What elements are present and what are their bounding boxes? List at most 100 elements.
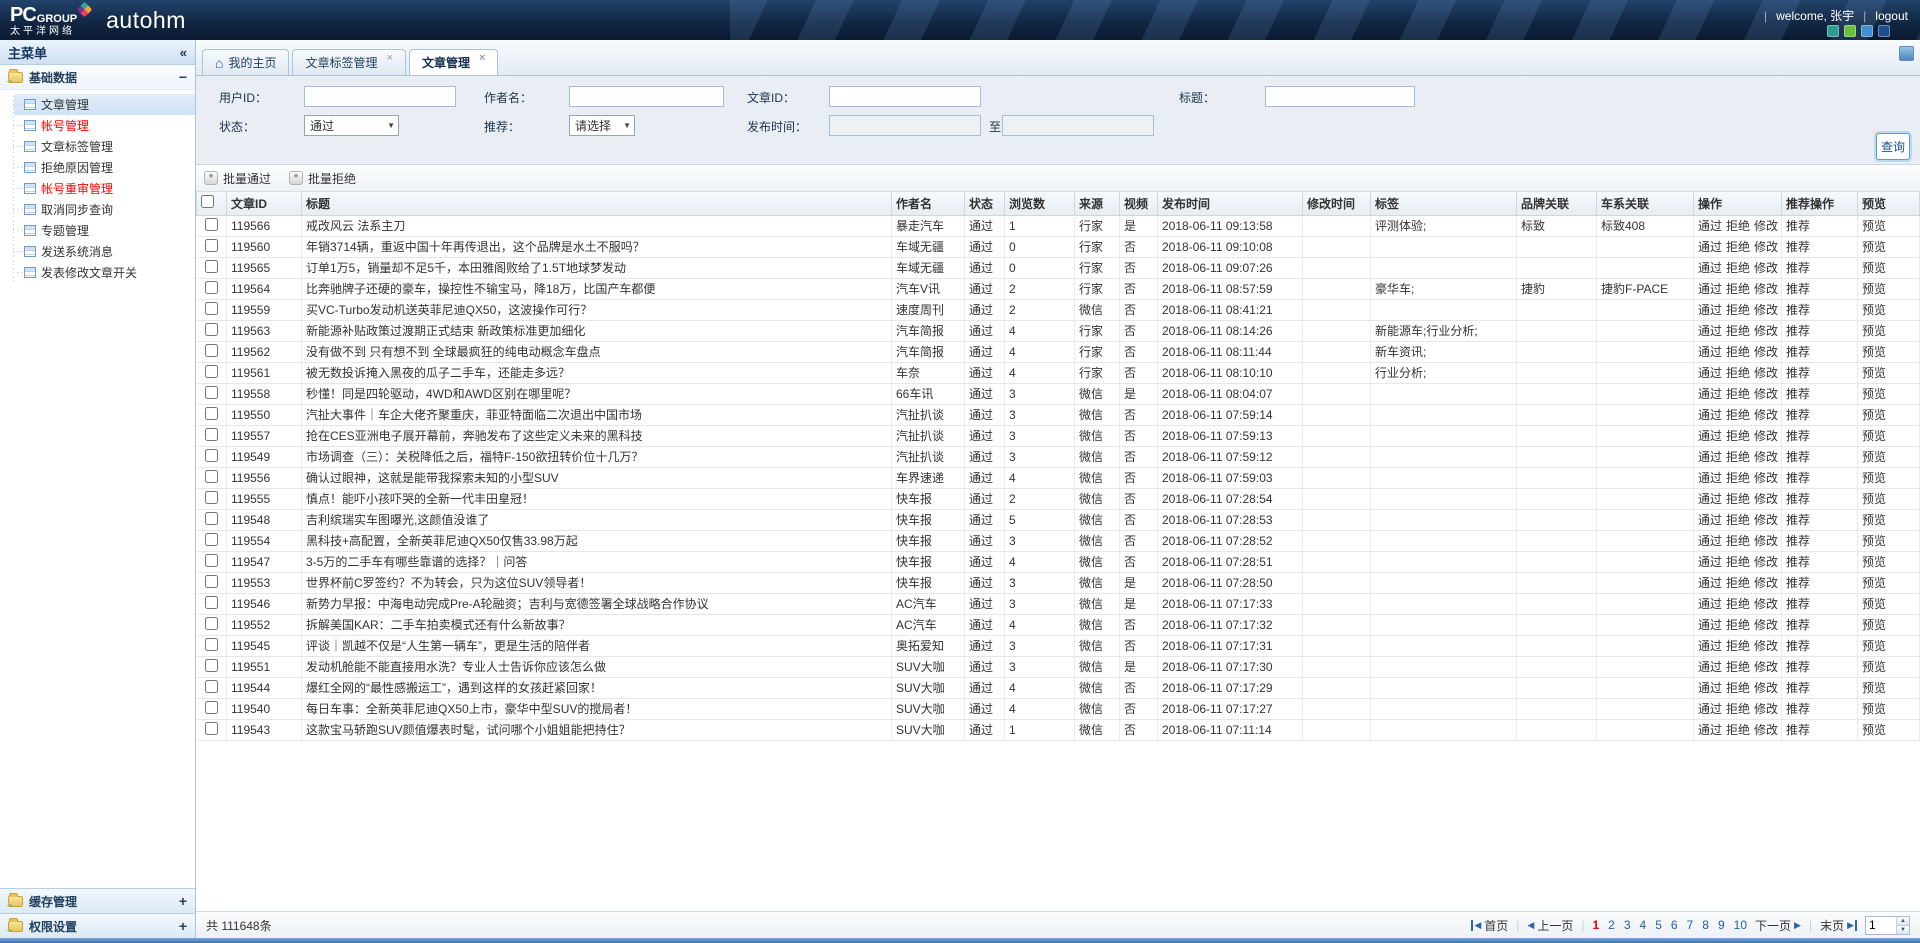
preview-link[interactable]: 预览: [1862, 429, 1886, 443]
preview-link[interactable]: 预览: [1862, 408, 1886, 422]
quick-icon-4[interactable]: [1878, 25, 1890, 37]
op-approve-link[interactable]: 通过: [1698, 576, 1722, 590]
sidebar-item-发表修改文章开关[interactable]: 发表修改文章开关: [14, 262, 195, 283]
batch-approve-button[interactable]: * 批量通过: [204, 170, 271, 187]
recommend-link[interactable]: 推荐: [1786, 282, 1810, 296]
preview-link[interactable]: 预览: [1862, 534, 1886, 548]
sidebar-accordion-permission[interactable]: 权限设置 +: [0, 913, 195, 938]
op-approve-link[interactable]: 通过: [1698, 618, 1722, 632]
last-page-button[interactable]: 末页 ▶: [1820, 917, 1857, 934]
op-approve-link[interactable]: 通过: [1698, 555, 1722, 569]
row-checkbox[interactable]: [205, 260, 218, 273]
preview-link[interactable]: 预览: [1862, 261, 1886, 275]
recommend-link[interactable]: 推荐: [1786, 597, 1810, 611]
recommend-link[interactable]: 推荐: [1786, 429, 1810, 443]
op-edit-link[interactable]: 修改: [1754, 471, 1778, 485]
publish-time-start-input[interactable]: [829, 115, 981, 136]
prev-page-button[interactable]: ◀ 上一页: [1527, 917, 1573, 934]
op-approve-link[interactable]: 通过: [1698, 681, 1722, 695]
op-approve-link[interactable]: 通过: [1698, 429, 1722, 443]
page-number-1[interactable]: 1: [1592, 918, 1599, 932]
article-id-input[interactable]: [829, 86, 981, 107]
op-edit-link[interactable]: 修改: [1754, 387, 1778, 401]
row-checkbox[interactable]: [205, 386, 218, 399]
op-reject-link[interactable]: 拒绝: [1726, 723, 1750, 737]
op-edit-link[interactable]: 修改: [1754, 618, 1778, 632]
quick-icon-1[interactable]: [1827, 25, 1839, 37]
tab-overflow-icon[interactable]: [1899, 46, 1914, 61]
op-edit-link[interactable]: 修改: [1754, 513, 1778, 527]
op-edit-link[interactable]: 修改: [1754, 702, 1778, 716]
op-reject-link[interactable]: 拒绝: [1726, 576, 1750, 590]
recommend-link[interactable]: 推荐: [1786, 303, 1810, 317]
op-approve-link[interactable]: 通过: [1698, 261, 1722, 275]
page-number-8[interactable]: 8: [1702, 918, 1709, 932]
op-reject-link[interactable]: 拒绝: [1726, 219, 1750, 233]
op-approve-link[interactable]: 通过: [1698, 450, 1722, 464]
row-checkbox[interactable]: [205, 239, 218, 252]
op-reject-link[interactable]: 拒绝: [1726, 681, 1750, 695]
recommend-link[interactable]: 推荐: [1786, 681, 1810, 695]
page-number-6[interactable]: 6: [1671, 918, 1678, 932]
op-edit-link[interactable]: 修改: [1754, 408, 1778, 422]
op-approve-link[interactable]: 通过: [1698, 282, 1722, 296]
title-input[interactable]: [1265, 86, 1415, 107]
page-number-3[interactable]: 3: [1624, 918, 1631, 932]
recommend-link[interactable]: 推荐: [1786, 618, 1810, 632]
op-edit-link[interactable]: 修改: [1754, 723, 1778, 737]
op-edit-link[interactable]: 修改: [1754, 345, 1778, 359]
op-approve-link[interactable]: 通过: [1698, 366, 1722, 380]
op-reject-link[interactable]: 拒绝: [1726, 429, 1750, 443]
op-approve-link[interactable]: 通过: [1698, 345, 1722, 359]
row-checkbox[interactable]: [205, 617, 218, 630]
tab-close-icon[interactable]: ×: [479, 52, 485, 64]
op-edit-link[interactable]: 修改: [1754, 282, 1778, 296]
op-reject-link[interactable]: 拒绝: [1726, 513, 1750, 527]
recommend-link[interactable]: 推荐: [1786, 492, 1810, 506]
preview-link[interactable]: 预览: [1862, 513, 1886, 527]
publish-time-end-input[interactable]: [1002, 115, 1154, 136]
status-select[interactable]: 通过 ▼: [304, 115, 399, 136]
op-edit-link[interactable]: 修改: [1754, 261, 1778, 275]
row-checkbox[interactable]: [205, 722, 218, 735]
op-approve-link[interactable]: 通过: [1698, 723, 1722, 737]
op-approve-link[interactable]: 通过: [1698, 219, 1722, 233]
logout-link[interactable]: logout: [1875, 9, 1908, 23]
preview-link[interactable]: 预览: [1862, 366, 1886, 380]
sidebar-item-取消同步查询[interactable]: 取消同步查询: [14, 199, 195, 220]
page-number-2[interactable]: 2: [1608, 918, 1615, 932]
next-page-button[interactable]: 下一页 ▶: [1755, 917, 1801, 934]
tab-article-management[interactable]: 文章管理 ×: [409, 49, 498, 75]
recommend-link[interactable]: 推荐: [1786, 534, 1810, 548]
op-reject-link[interactable]: 拒绝: [1726, 366, 1750, 380]
row-checkbox[interactable]: [205, 533, 218, 546]
op-reject-link[interactable]: 拒绝: [1726, 702, 1750, 716]
row-checkbox[interactable]: [205, 512, 218, 525]
op-reject-link[interactable]: 拒绝: [1726, 639, 1750, 653]
preview-link[interactable]: 预览: [1862, 576, 1886, 590]
recommend-link[interactable]: 推荐: [1786, 408, 1810, 422]
recommend-link[interactable]: 推荐: [1786, 471, 1810, 485]
row-checkbox[interactable]: [205, 302, 218, 315]
op-reject-link[interactable]: 拒绝: [1726, 387, 1750, 401]
op-edit-link[interactable]: 修改: [1754, 681, 1778, 695]
op-approve-link[interactable]: 通过: [1698, 240, 1722, 254]
batch-reject-button[interactable]: * 批量拒绝: [289, 170, 356, 187]
row-checkbox[interactable]: [205, 323, 218, 336]
op-edit-link[interactable]: 修改: [1754, 219, 1778, 233]
preview-link[interactable]: 预览: [1862, 702, 1886, 716]
recommend-link[interactable]: 推荐: [1786, 240, 1810, 254]
recommend-link[interactable]: 推荐: [1786, 366, 1810, 380]
row-checkbox[interactable]: [205, 449, 218, 462]
op-approve-link[interactable]: 通过: [1698, 702, 1722, 716]
collapse-minus-icon[interactable]: −: [179, 70, 187, 84]
quick-icon-3[interactable]: [1861, 25, 1873, 37]
recommend-link[interactable]: 推荐: [1786, 660, 1810, 674]
recommend-link[interactable]: 推荐: [1786, 324, 1810, 338]
row-checkbox[interactable]: [205, 554, 218, 567]
page-number-5[interactable]: 5: [1655, 918, 1662, 932]
op-edit-link[interactable]: 修改: [1754, 324, 1778, 338]
row-checkbox[interactable]: [205, 575, 218, 588]
tab-close-icon[interactable]: ×: [387, 52, 393, 64]
op-edit-link[interactable]: 修改: [1754, 492, 1778, 506]
